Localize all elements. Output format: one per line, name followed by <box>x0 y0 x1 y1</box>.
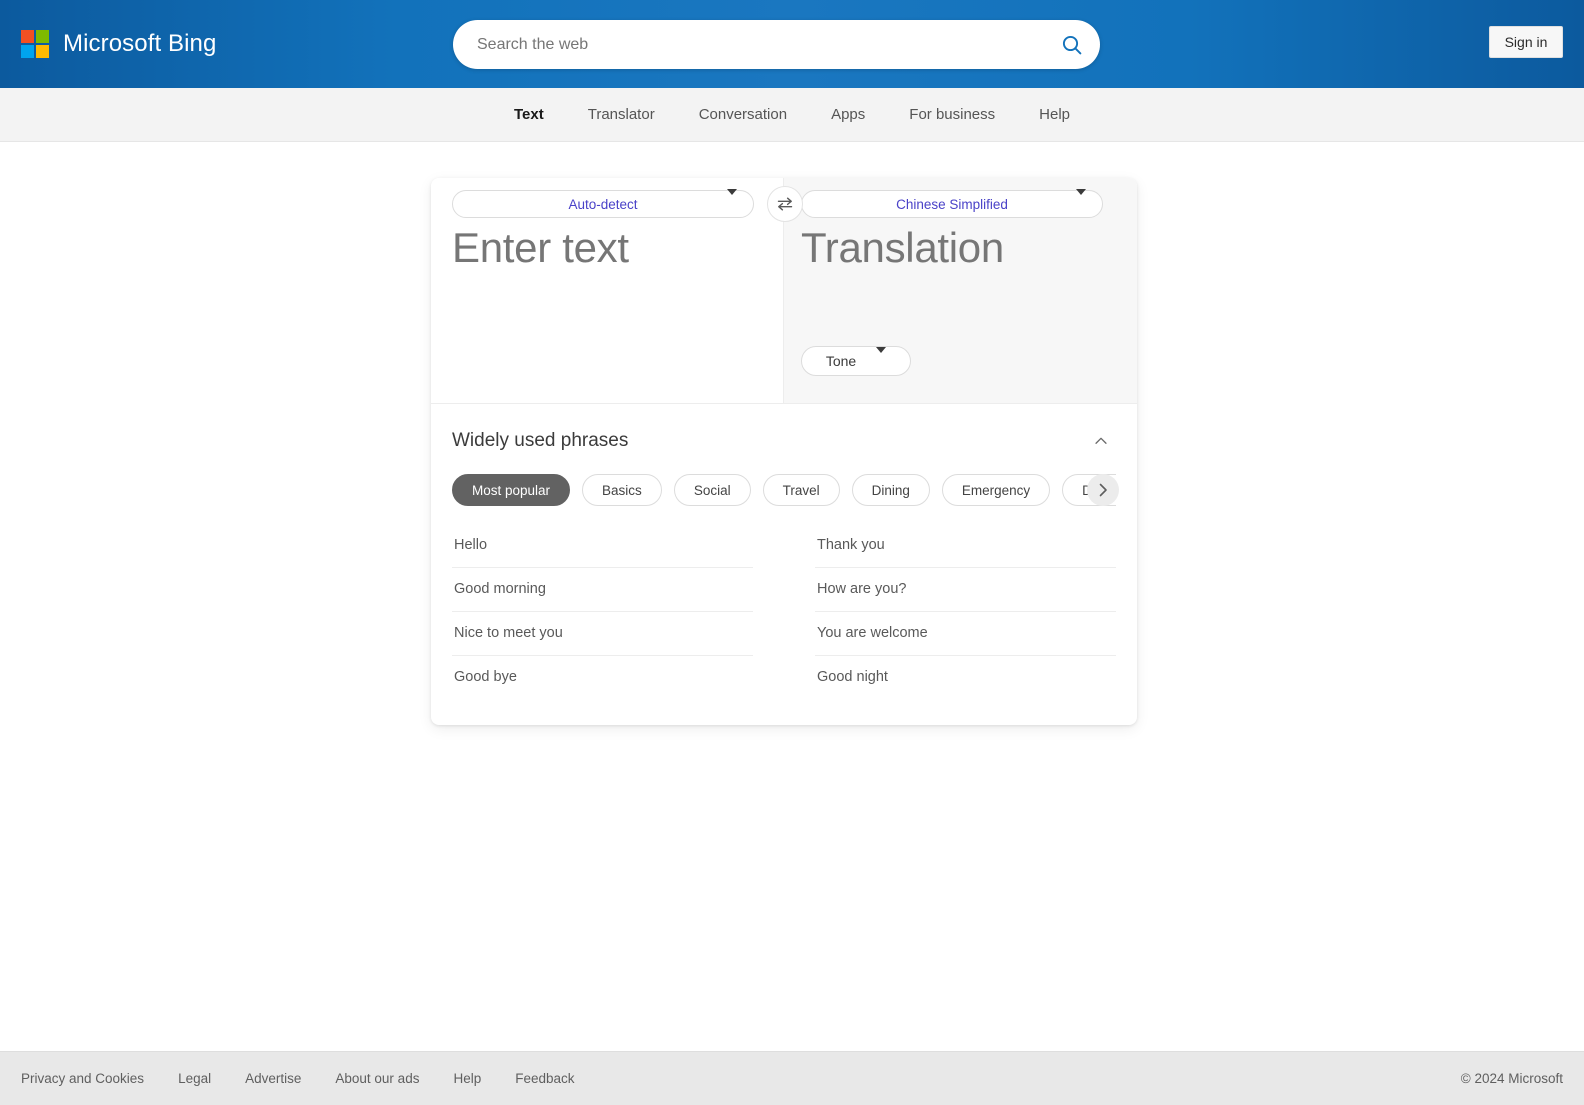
copyright-text: © 2024 Microsoft <box>1460 1071 1563 1086</box>
category-pill-social[interactable]: Social <box>673 474 751 506</box>
logo-square-bottom-right <box>36 45 49 58</box>
nav-item-conversation[interactable]: Conversation <box>677 88 809 142</box>
tone-dropdown[interactable]: Tone <box>801 346 911 376</box>
category-pill-dining[interactable]: Dining <box>851 474 930 506</box>
phrase-item[interactable]: Thank you <box>815 524 1116 568</box>
phrase-list: Hello Good morning Nice to meet you Good… <box>452 524 1116 699</box>
tone-label: Tone <box>825 353 857 369</box>
swap-languages-button[interactable] <box>767 186 803 222</box>
logo-square-top-left <box>21 30 34 43</box>
categories-next-button[interactable] <box>1087 474 1119 506</box>
source-panel: Auto-detect Enter text <box>431 178 783 403</box>
site-footer: Privacy and Cookies Legal Advertise Abou… <box>0 1051 1584 1105</box>
footer-link-about-our-ads[interactable]: About our ads <box>335 1071 453 1086</box>
translation-panels: Auto-detect Enter text Chinese Simplifie… <box>431 178 1137 403</box>
brand-logo-group[interactable]: Microsoft Bing <box>21 30 216 58</box>
nav-item-for-business[interactable]: For business <box>887 88 1017 142</box>
main-navigation: Text Translator Conversation Apps For bu… <box>0 88 1584 142</box>
phrase-item[interactable]: Good bye <box>452 656 753 699</box>
widely-used-phrases-section: Widely used phrases Most popular Basics … <box>431 403 1137 725</box>
phrase-column-right: Thank you How are you? You are welcome G… <box>784 524 1116 699</box>
sign-in-button[interactable]: Sign in <box>1489 26 1563 58</box>
phrase-item[interactable]: How are you? <box>815 568 1116 612</box>
phrase-item[interactable]: Hello <box>452 524 753 568</box>
search-input[interactable] <box>453 35 1044 54</box>
category-pill-most-popular[interactable]: Most popular <box>452 474 571 506</box>
translation-output-placeholder: Translation <box>801 224 1004 271</box>
logo-square-top-right <box>36 30 49 43</box>
category-pill-basics[interactable]: Basics <box>582 474 662 506</box>
phrase-column-left: Hello Good morning Nice to meet you Good… <box>452 524 784 699</box>
source-language-label: Auto-detect <box>568 196 638 212</box>
chevron-down-icon <box>1076 189 1086 213</box>
nav-item-apps[interactable]: Apps <box>809 88 887 142</box>
phrase-category-row: Most popular Basics Social Travel Dining… <box>452 474 1119 506</box>
phrase-item[interactable]: Good morning <box>452 568 753 612</box>
chevron-up-icon <box>1095 437 1107 444</box>
search-bar[interactable] <box>453 20 1100 69</box>
phrases-header: Widely used phrases <box>452 426 1116 456</box>
translator-card: Auto-detect Enter text Chinese Simplifie… <box>431 178 1137 725</box>
footer-link-help[interactable]: Help <box>453 1071 515 1086</box>
site-header: Microsoft Bing Sign in <box>0 0 1584 88</box>
brand-name: Microsoft Bing <box>63 30 217 57</box>
phrase-category-scroller[interactable]: Most popular Basics Social Travel Dining… <box>452 474 1116 506</box>
source-text-placeholder[interactable]: Enter text <box>452 224 629 272</box>
phrase-item[interactable]: Nice to meet you <box>452 612 753 656</box>
phrase-item[interactable]: You are welcome <box>815 612 1116 656</box>
footer-link-feedback[interactable]: Feedback <box>515 1071 608 1086</box>
footer-link-privacy-and-cookies[interactable]: Privacy and Cookies <box>21 1071 178 1086</box>
search-button[interactable] <box>1044 21 1100 68</box>
logo-square-bottom-left <box>21 45 34 58</box>
page-root: Microsoft Bing Sign in Text Translator C… <box>0 0 1584 1105</box>
microsoft-logo-icon <box>21 30 49 58</box>
chevron-down-icon <box>876 347 887 369</box>
chevron-right-icon <box>1099 483 1107 497</box>
footer-link-advertise[interactable]: Advertise <box>245 1071 335 1086</box>
phrase-item[interactable]: Good night <box>815 656 1116 699</box>
nav-item-translator[interactable]: Translator <box>566 88 677 142</box>
collapse-phrases-button[interactable] <box>1086 426 1116 456</box>
chevron-down-icon <box>727 189 737 213</box>
footer-links: Privacy and Cookies Legal Advertise Abou… <box>0 1071 609 1086</box>
footer-link-legal[interactable]: Legal <box>178 1071 245 1086</box>
swap-horizontal-icon <box>777 197 793 211</box>
category-pill-travel[interactable]: Travel <box>762 474 840 506</box>
nav-item-text[interactable]: Text <box>492 88 566 142</box>
search-icon <box>1062 35 1082 54</box>
phrases-title: Widely used phrases <box>452 430 629 451</box>
target-language-label: Chinese Simplified <box>896 196 1008 212</box>
nav-item-help[interactable]: Help <box>1017 88 1092 142</box>
category-pill-emergency[interactable]: Emergency <box>941 474 1051 506</box>
source-language-dropdown[interactable]: Auto-detect <box>452 189 754 218</box>
target-panel: Chinese Simplified Translation Tone <box>783 178 1137 403</box>
target-language-dropdown[interactable]: Chinese Simplified <box>801 189 1103 218</box>
